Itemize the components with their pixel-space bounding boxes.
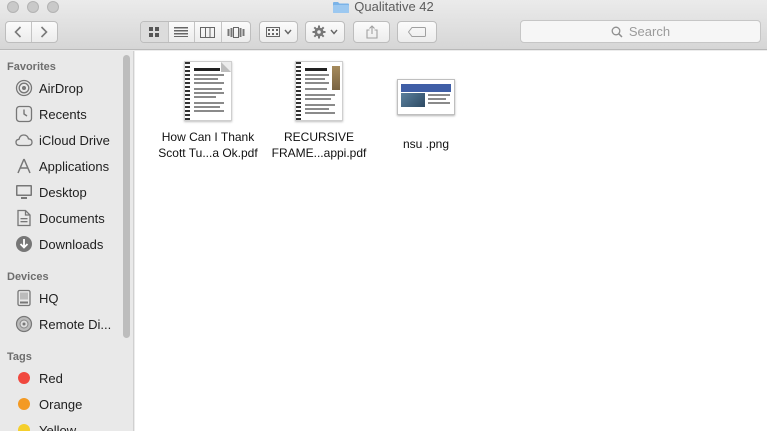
window-title: Qualitative 42: [0, 0, 767, 14]
desktop-icon: [16, 185, 32, 199]
sidebar-item-label: AirDrop: [39, 80, 84, 96]
red-tag-icon: [18, 372, 30, 384]
chevron-right-icon: [41, 26, 48, 38]
chevron-down-icon: [330, 29, 338, 35]
column-view-button[interactable]: [195, 22, 222, 42]
arrange-button[interactable]: [259, 21, 298, 43]
list-icon: [174, 27, 189, 37]
sidebar-item-recents[interactable]: Recents: [0, 102, 122, 126]
cover-flow-view-button[interactable]: [222, 22, 250, 42]
folder-icon: [333, 1, 350, 13]
sidebar: Favorites AirDrop Recents iCloud Drive A…: [0, 51, 134, 431]
columns-icon: [200, 26, 216, 38]
sidebar-item-label: Recents: [39, 106, 87, 122]
file-browser-area[interactable]: How Can I Thank Scott Tu...a Ok.pdf RECU…: [135, 51, 767, 431]
icon-view-button[interactable]: [141, 22, 169, 42]
toolbar: Qualitative 42 Search: [0, 0, 767, 50]
remote-disc-icon: [15, 315, 33, 333]
back-button[interactable]: [6, 22, 32, 42]
recents-icon: [15, 105, 33, 123]
file-item-pdf-2[interactable]: RECURSIVE FRAME...appi.pdf: [259, 61, 379, 161]
sidebar-item-tag-red[interactable]: Red: [0, 366, 122, 390]
sidebar-item-label: Red: [39, 370, 63, 386]
devices-heading: Devices: [7, 271, 49, 283]
hard-drive-icon: [17, 289, 31, 307]
cover-flow-icon: [227, 26, 245, 38]
sidebar-item-label: Yellow: [39, 422, 77, 431]
file-name[interactable]: How Can I Thank Scott Tu...a Ok.pdf: [158, 129, 257, 161]
image-file-icon: [397, 79, 455, 115]
sidebar-item-remote-disc[interactable]: Remote Di...: [0, 312, 122, 336]
icon-grid-icon: [149, 27, 160, 37]
nav-buttons: [5, 21, 58, 43]
sidebar-item-label: Remote Di...: [39, 316, 112, 332]
documents-icon: [17, 209, 31, 227]
list-view-button[interactable]: [169, 22, 196, 42]
sidebar-item-documents[interactable]: Documents: [0, 206, 122, 230]
tag-icon: [408, 27, 426, 37]
search-field[interactable]: Search: [520, 20, 761, 43]
sidebar-item-label: Applications: [39, 158, 110, 174]
sidebar-item-applications[interactable]: Applications: [0, 154, 122, 178]
cloud-icon: [15, 134, 33, 147]
downloads-icon: [16, 236, 32, 252]
gear-icon: [312, 25, 326, 39]
sidebar-item-label: iCloud Drive: [39, 132, 110, 148]
share-button[interactable]: [353, 21, 390, 43]
orange-tag-icon: [18, 398, 30, 410]
tags-heading: Tags: [7, 351, 32, 363]
sidebar-item-hq[interactable]: HQ: [0, 286, 122, 310]
favorites-heading: Favorites: [7, 61, 56, 73]
pdf-file-icon: [295, 61, 343, 121]
yellow-tag-icon: [18, 424, 30, 431]
search-icon: [611, 26, 623, 38]
file-name[interactable]: nsu .png: [403, 136, 449, 152]
sidebar-scrollbar[interactable]: [123, 55, 130, 338]
sidebar-item-label: Desktop: [39, 184, 87, 200]
pdf-file-icon: [184, 61, 232, 121]
sidebar-item-tag-orange[interactable]: Orange: [0, 392, 122, 416]
applications-icon: [17, 158, 31, 174]
forward-button[interactable]: [32, 22, 57, 42]
sidebar-item-icloud-drive[interactable]: iCloud Drive: [0, 128, 122, 152]
sidebar-item-label: Orange: [39, 396, 83, 412]
window-title-text: Qualitative 42: [354, 0, 434, 14]
sidebar-item-airdrop[interactable]: AirDrop: [0, 76, 122, 100]
search-placeholder: Search: [628, 24, 671, 39]
arrange-grid-icon: [265, 27, 280, 37]
sidebar-item-tag-yellow[interactable]: Yellow: [0, 418, 122, 431]
file-item-png[interactable]: nsu .png: [366, 79, 486, 152]
edit-tags-button[interactable]: [397, 21, 437, 43]
action-button[interactable]: [305, 21, 345, 43]
file-name[interactable]: RECURSIVE FRAME...appi.pdf: [272, 129, 367, 161]
sidebar-item-label: HQ: [39, 290, 59, 306]
share-icon: [365, 25, 378, 39]
airdrop-icon: [15, 79, 33, 97]
chevron-down-icon: [283, 29, 292, 35]
sidebar-item-label: Downloads: [39, 236, 104, 252]
sidebar-item-label: Documents: [39, 210, 105, 226]
sidebar-item-downloads[interactable]: Downloads: [0, 232, 122, 256]
sidebar-item-desktop[interactable]: Desktop: [0, 180, 122, 204]
view-mode-control: [140, 21, 251, 43]
chevron-left-icon: [14, 26, 22, 38]
file-item-pdf-1[interactable]: How Can I Thank Scott Tu...a Ok.pdf: [148, 61, 268, 161]
